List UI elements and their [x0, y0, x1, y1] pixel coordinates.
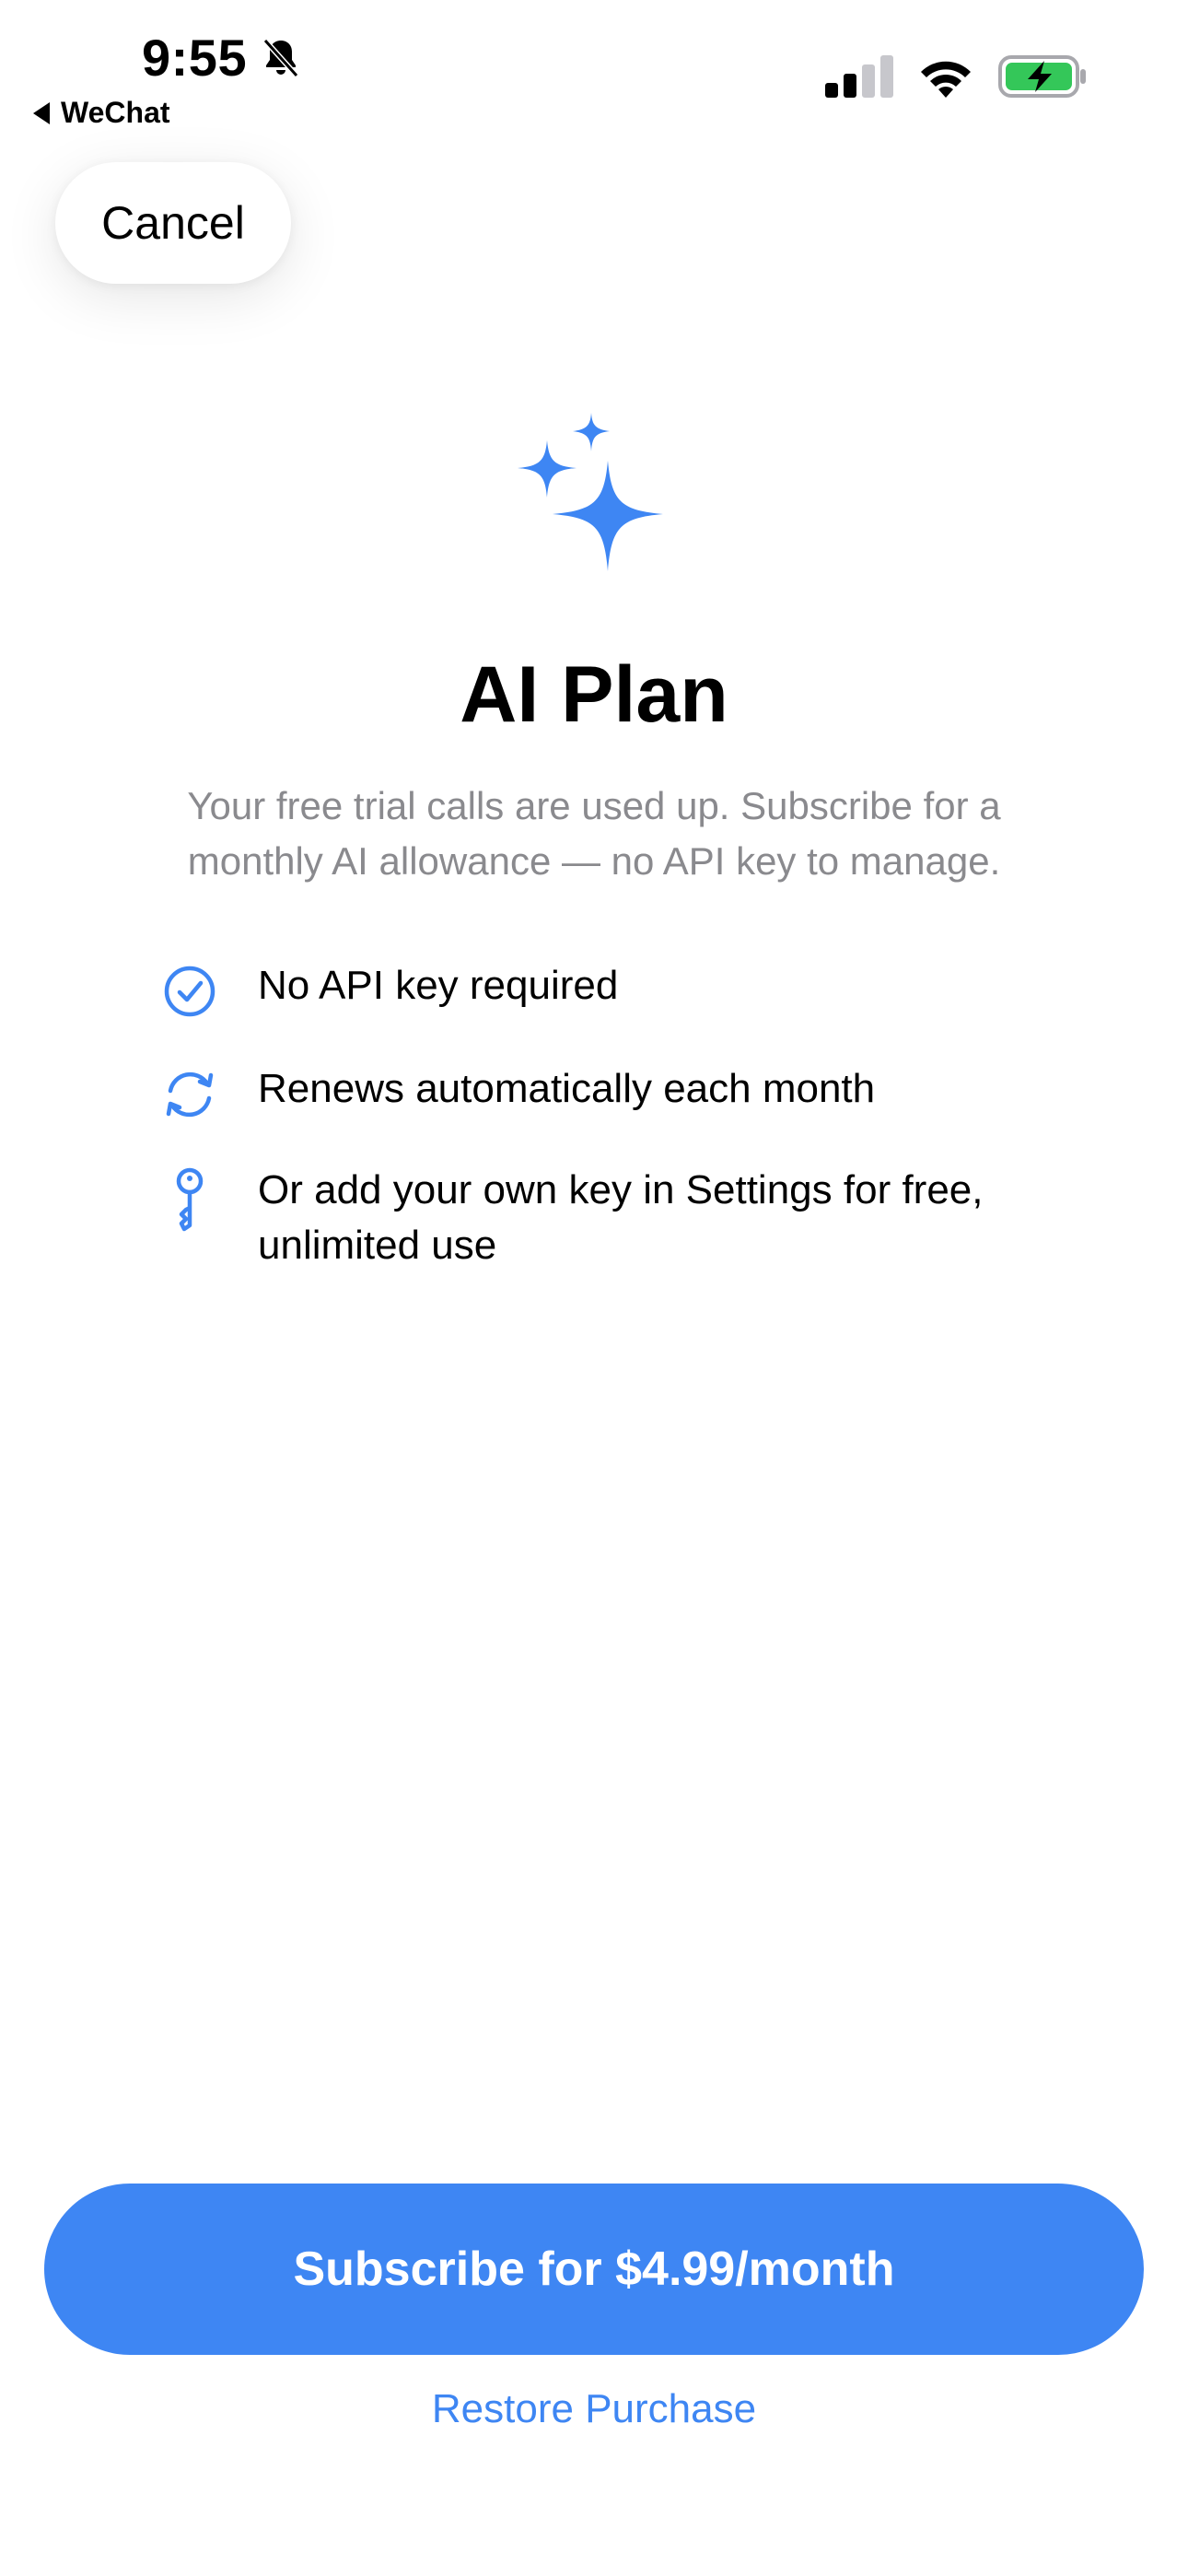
- checkmark-circle-icon: [157, 958, 223, 1025]
- feature-item: Renews automatically each month: [157, 1061, 1077, 1128]
- feature-list: No API key required Renews automatically…: [157, 958, 1077, 1273]
- battery-charging-icon: [998, 55, 1086, 98]
- feature-item: Or add your own key in Settings for free…: [157, 1163, 1077, 1273]
- restore-purchase-link[interactable]: Restore Purchase: [0, 2386, 1188, 2432]
- feature-text: Renews automatically each month: [258, 1066, 876, 1111]
- feature-text: No API key required: [258, 963, 619, 1008]
- paywall-screen: 9:55 WeChat Cancel AI Plan Your free tri…: [0, 0, 1188, 2576]
- sparkles-icon: [518, 413, 663, 571]
- key-icon: [157, 1163, 223, 1236]
- cellular-signal-icon: [825, 55, 893, 98]
- subscribe-button[interactable]: Subscribe for $4.99/month: [44, 2184, 1144, 2355]
- status-indicators: [825, 55, 1087, 98]
- back-app-label: WeChat: [61, 96, 170, 129]
- subscribe-label: Subscribe for $4.99/month: [293, 2242, 895, 2296]
- back-to-app-link[interactable]: WeChat: [33, 96, 170, 130]
- clock-label: 9:55: [142, 29, 248, 87]
- status-time: 9:55: [142, 28, 304, 88]
- feature-text: Or add your own key in Settings for free…: [258, 1167, 984, 1268]
- feature-item: No API key required: [157, 958, 1077, 1025]
- silent-mode-bell-icon: [262, 38, 299, 77]
- cancel-label: Cancel: [101, 197, 245, 249]
- cancel-button[interactable]: Cancel: [55, 162, 291, 284]
- refresh-icon: [157, 1061, 223, 1128]
- back-triangle-icon: [33, 101, 50, 124]
- wifi-icon: [921, 61, 971, 98]
- plan-title: AI Plan: [460, 650, 728, 739]
- plan-subtitle: Your free trial calls are used up. Subsc…: [187, 784, 1001, 883]
